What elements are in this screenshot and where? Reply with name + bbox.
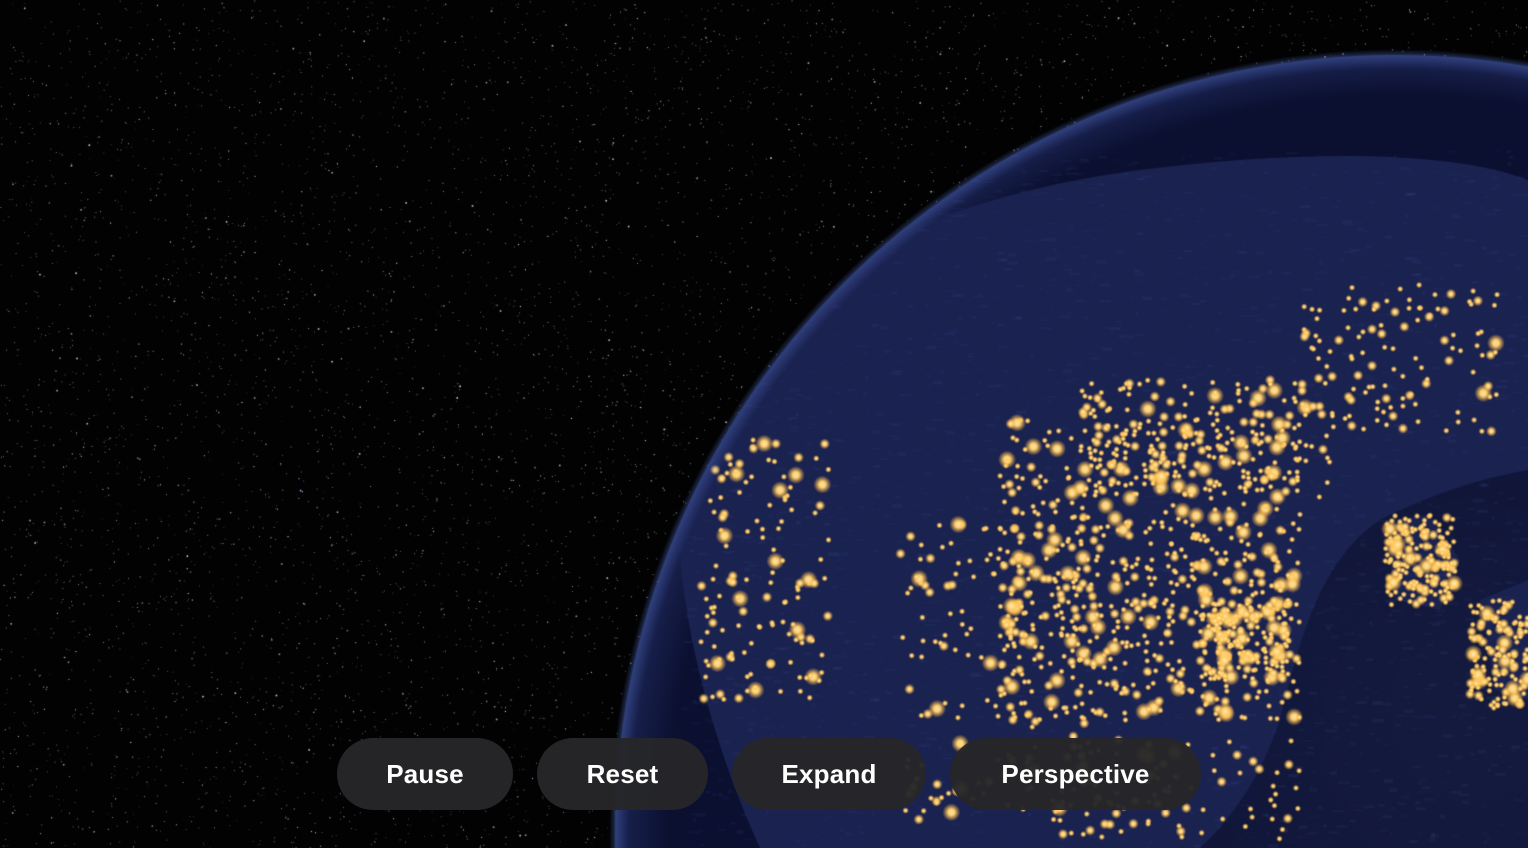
control-bar: Pause Reset Expand Perspective xyxy=(337,738,1201,810)
expand-button[interactable]: Expand xyxy=(732,738,926,810)
pause-button[interactable]: Pause xyxy=(337,738,513,810)
earth-globe[interactable] xyxy=(0,0,1528,848)
perspective-button[interactable]: Perspective xyxy=(950,738,1201,810)
globe-viewport[interactable]: Pause Reset Expand Perspective xyxy=(0,0,1528,848)
reset-button[interactable]: Reset xyxy=(537,738,708,810)
